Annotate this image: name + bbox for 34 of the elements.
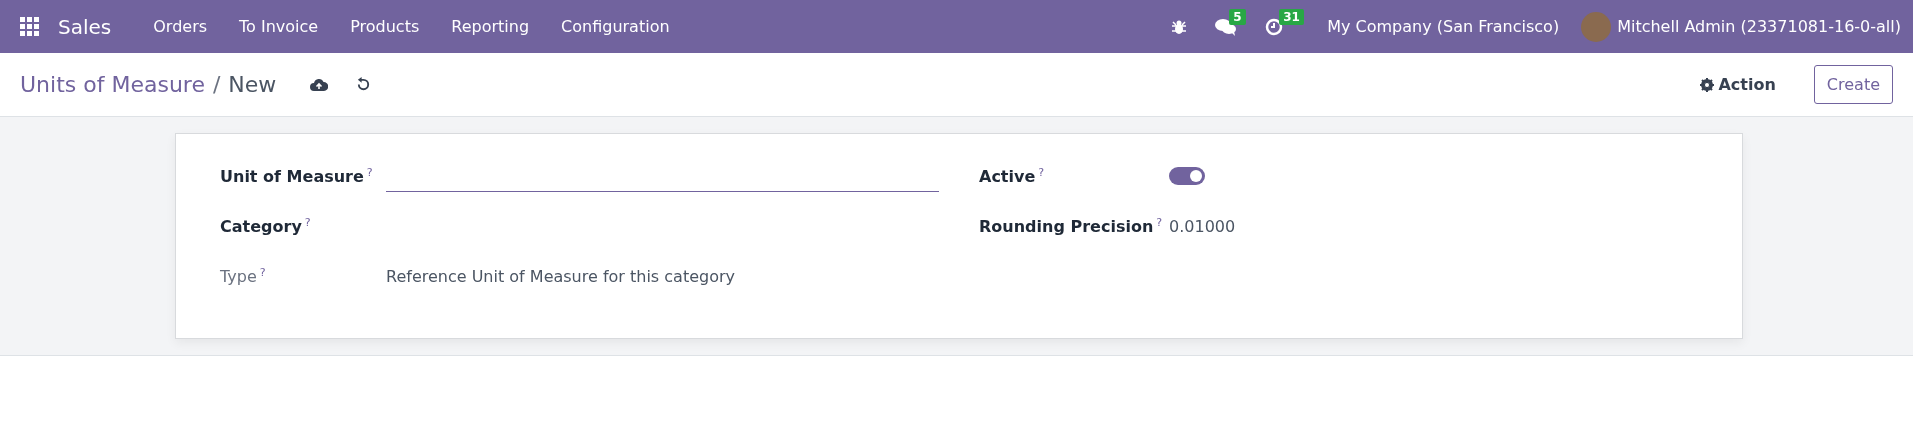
company-switcher[interactable]: My Company (San Francisco) [1327,17,1560,36]
help-tooltip[interactable]: ? [1156,215,1163,229]
field-label: Active [979,167,1036,187]
user-menu[interactable]: Mitchell Admin (23371081-16-0-all) [1617,17,1901,36]
discard-icon[interactable] [356,77,372,92]
clock-icon[interactable] [1265,17,1284,36]
apps-menu-icon[interactable] [20,16,40,37]
menu-item[interactable]: Orders [137,17,224,36]
field-label: Unit of Measure [220,167,364,187]
notification-badge: 31 [1279,8,1304,25]
field-value: 0.01000 [1169,216,1236,236]
notification-badge: 5 [1229,8,1246,25]
field-label: Rounding Precision [979,217,1154,237]
help-tooltip[interactable]: ? [304,215,311,229]
menu-item[interactable]: Reporting [435,17,546,36]
field-label: Type [220,267,257,287]
help-tooltip[interactable]: ? [259,265,266,279]
save-icon[interactable] [310,77,329,92]
help-tooltip[interactable]: ? [1038,165,1045,179]
gear-icon [1700,77,1715,92]
breadcrumb-current: New [228,72,277,97]
bug-icon[interactable] [1171,18,1188,35]
active-toggle[interactable] [1169,167,1205,185]
app-name[interactable]: Sales [58,14,112,39]
action-button[interactable]: Action [1694,74,1782,95]
field-value: Reference Unit of Measure for this category [386,266,735,286]
menu-item[interactable]: Configuration [545,17,686,36]
field-label: Category [220,217,302,237]
menu-item[interactable]: Products [334,17,436,36]
create-button[interactable]: Create [1813,65,1893,104]
help-tooltip[interactable]: ? [366,165,373,179]
breadcrumb-link[interactable]: Units of Measure [20,72,205,97]
breadcrumb-separator: / [212,72,221,97]
menu-item[interactable]: To Invoice [223,17,335,36]
